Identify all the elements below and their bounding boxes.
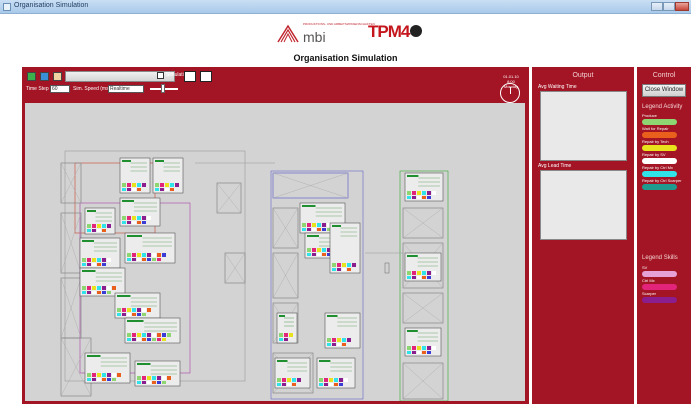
avg-lead-time-label: Avg Lead Time [538, 163, 572, 169]
activity-legend-label: Wait for Repair [642, 126, 669, 131]
legend-skills-title: Legend Skills [642, 255, 678, 261]
close-window-button[interactable] [675, 2, 689, 11]
tpm-logo: TPM4 [368, 22, 423, 42]
activity-legend-swatch [642, 119, 677, 125]
minimize-button[interactable] [651, 2, 663, 11]
logo-header: PRODUKTIONS- UND ARBEITSWISSENSCHAFTEN m… [268, 18, 438, 46]
simulation-checkbox[interactable] [157, 72, 164, 79]
excel-export-icon[interactable] [200, 71, 212, 82]
window-titlebar: Organisation Simulation [0, 0, 691, 14]
tpm-logo-text: TPM4 [368, 22, 410, 41]
speed-slider-thumb[interactable] [161, 84, 165, 93]
avg-lead-time-chart [540, 170, 627, 240]
activity-legend-swatch [642, 171, 677, 177]
output-title: Output [572, 72, 594, 79]
sim-speed-label: Sim. Speed (ms) [73, 86, 111, 92]
activity-legend-label: Repair by Ctrl Scarper [642, 178, 682, 183]
skill-legend-swatch [642, 284, 677, 290]
activity-legend-swatch [642, 132, 677, 138]
skill-legend-swatch [642, 271, 677, 277]
avg-waiting-time-label: Avg Waiting Time [538, 84, 577, 90]
sim-speed-select[interactable]: Realtime [108, 85, 144, 93]
skill-legend-label: Scarper [642, 291, 657, 296]
activity-legend-swatch [642, 184, 677, 190]
activity-legend-swatch [642, 145, 677, 151]
activity-legend-label: Repair by Ctrl Mx [642, 165, 673, 170]
app-icon [3, 3, 11, 11]
skill-legend-label: SV [642, 265, 648, 270]
control-title: Control [652, 72, 676, 79]
clock-icon [500, 83, 520, 103]
mbi-logo-text: mbi [303, 29, 326, 45]
activity-legend-label: Produce [642, 113, 657, 118]
skill-legend-label: Ctrl Mx [642, 278, 655, 283]
avg-waiting-time-chart [540, 91, 627, 161]
simulation-panel: Simulation Time Step 60 Sim. Speed (ms) … [22, 67, 529, 404]
reset-icon[interactable] [53, 72, 62, 81]
control-panel: Control Close Window Legend Activity Pro… [637, 67, 691, 404]
play-icon[interactable] [27, 72, 36, 81]
factory-floorplan [60, 150, 449, 401]
activity-legend-label: Repair by Tech [642, 139, 669, 144]
factory-layout-canvas[interactable] [25, 103, 525, 401]
close-window-action-button[interactable]: Close Window [642, 84, 686, 97]
time-step-input[interactable]: 60 [50, 85, 70, 93]
time-step-label: Time Step [26, 86, 49, 92]
open-file-icon[interactable] [184, 71, 196, 82]
maximize-button[interactable] [663, 2, 675, 11]
gear-icon [410, 24, 423, 37]
mbi-logo-icon [277, 24, 299, 43]
page-title: Organisation Simulation [293, 53, 398, 63]
legend-activity-title: Legend Activity [642, 104, 683, 110]
window-title: Organisation Simulation [14, 2, 89, 9]
skill-legend-swatch [642, 297, 677, 303]
pause-icon[interactable] [40, 72, 49, 81]
activity-legend-label: Repair by SV [642, 152, 666, 157]
activity-legend-swatch [642, 158, 677, 164]
output-panel: Output Avg Waiting Time Avg Lead Time [532, 67, 634, 404]
mbi-subtitle: PRODUKTIONS- UND ARBEITSWISSENSCHAFTEN [303, 22, 375, 26]
